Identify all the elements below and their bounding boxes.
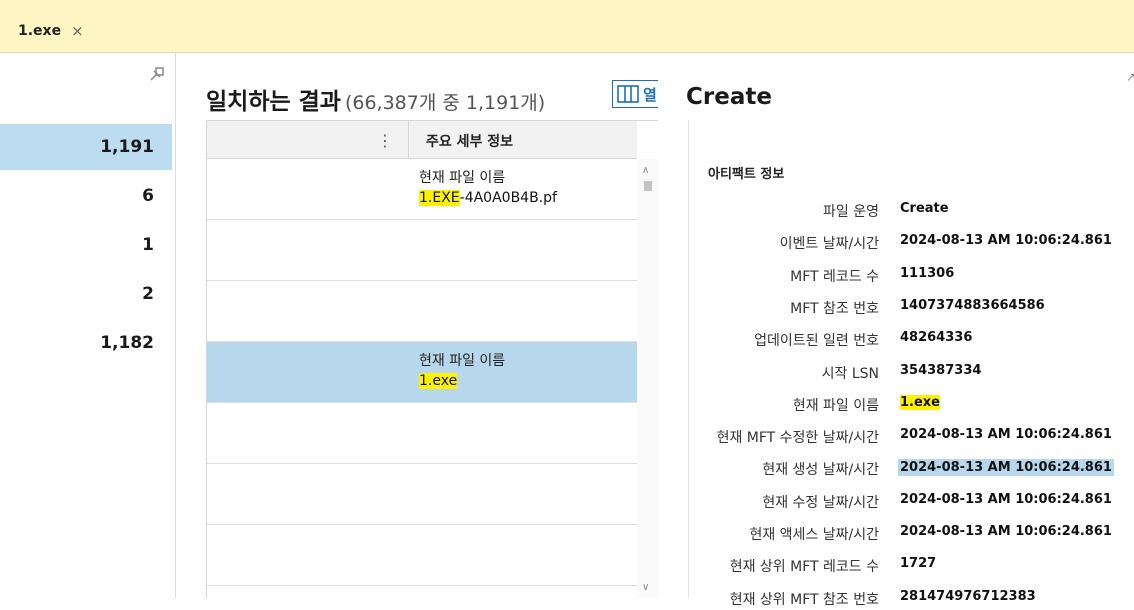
property-value[interactable]: 281474976712383 xyxy=(900,589,1036,604)
property-label: 현재 MFT 수정한 날짜/시간 xyxy=(716,430,879,447)
property-row: MFT 참조 번호 1407374883664586 xyxy=(690,295,1134,319)
cell-value: 1.EXE-4A0A0B4B.pf xyxy=(419,190,557,206)
tab-title: 1.exe xyxy=(18,23,62,39)
property-value[interactable]: 2024-08-13 AM 10:06:24.861 xyxy=(898,459,1114,477)
property-row: 현재 액세스 날짜/시간 2024-08-13 AM 10:06:24.861 xyxy=(690,521,1134,545)
category-pane: 1,191 6 1 2 1,182 xyxy=(0,53,176,598)
search-match-highlight: 1.EXE xyxy=(419,190,460,206)
category-count-row[interactable]: 1,191 xyxy=(0,124,172,170)
property-label: 업데이트된 일련 번호 xyxy=(754,333,879,350)
property-row: 이벤트 날짜/시간 2024-08-13 AM 10:06:24.861 xyxy=(690,230,1134,254)
property-value[interactable]: 2024-08-13 AM 10:06:24.861 xyxy=(900,233,1112,248)
scroll-thumb[interactable] xyxy=(644,181,652,191)
grid-header: ⋮ 주요 세부 정보 xyxy=(207,121,637,159)
pin-icon[interactable] xyxy=(148,65,166,83)
detail-title: Create xyxy=(686,84,772,110)
property-label: 현재 액세스 날짜/시간 xyxy=(749,527,879,543)
results-grid: ⋮ 주요 세부 정보 현재 파일 이름 1.EXE-4A0A0B4B.pf 현재 파… xyxy=(206,120,658,598)
cell-label: 현재 파일 이름 xyxy=(419,353,506,369)
table-row[interactable] xyxy=(207,464,637,525)
property-value[interactable]: 2024-08-13 AM 10:06:24.861 xyxy=(900,427,1112,442)
property-label: 현재 파일 이름 xyxy=(792,397,879,414)
table-row[interactable]: 현재 파일 이름 1.exe xyxy=(207,342,637,403)
property-label: MFT 레코드 수 xyxy=(790,268,879,285)
property-row: 현재 상위 MFT 레코드 수 1727 xyxy=(690,553,1134,577)
detail-divider xyxy=(688,120,689,598)
tab-1exe[interactable]: 1.exe × xyxy=(18,22,84,40)
results-title-text: 일치하는 결과 xyxy=(206,89,341,115)
cell-label: 현재 파일 이름 xyxy=(419,170,506,186)
header-separator[interactable] xyxy=(408,121,409,159)
category-count-row[interactable]: 1 xyxy=(0,222,172,268)
tab-bar: 1.exe × xyxy=(0,0,1134,53)
table-row[interactable] xyxy=(207,403,637,464)
category-count-row[interactable]: 6 xyxy=(0,173,172,219)
property-value[interactable]: 1727 xyxy=(900,556,936,571)
property-label: 이벤트 날짜/시간 xyxy=(779,236,879,253)
property-label: 현재 수정 날짜/시간 xyxy=(762,494,879,511)
property-value[interactable]: 48264336 xyxy=(900,330,972,345)
search-match-highlight: 1.exe xyxy=(419,373,458,389)
table-row[interactable]: 현재 파일 이름 1.EXE-4A0A0B4B.pf xyxy=(207,159,637,220)
property-label: 현재 생성 날짜/시간 xyxy=(762,462,879,479)
property-row: MFT 레코드 수 111306 xyxy=(690,263,1134,287)
property-value[interactable]: Create xyxy=(900,201,949,216)
property-label: MFT 참조 번호 xyxy=(790,300,879,317)
expand-icon[interactable]: ↗ xyxy=(1126,70,1134,84)
property-row: 현재 생성 날짜/시간 2024-08-13 AM 10:06:24.861 xyxy=(690,456,1134,480)
property-value[interactable]: 354387334 xyxy=(900,363,981,378)
cell-value-rest: -4A0A0B4B.pf xyxy=(459,190,557,206)
columns-button[interactable]: 열 xyxy=(612,80,658,108)
columns-icon xyxy=(617,85,639,103)
scroll-down-icon[interactable]: ∨ xyxy=(642,582,649,593)
property-value[interactable]: 2024-08-13 AM 10:06:24.861 xyxy=(900,492,1112,507)
property-label: 현재 상위 MFT 참조 번호 xyxy=(729,591,879,608)
close-icon[interactable]: × xyxy=(71,22,84,40)
category-count-row[interactable]: 1,182 xyxy=(0,320,172,366)
property-row: 파일 운영 Create xyxy=(690,198,1134,222)
property-value[interactable]: 1407374883664586 xyxy=(900,298,1045,313)
property-row: 시작 LSN 354387334 xyxy=(690,360,1134,384)
property-value[interactable]: 111306 xyxy=(900,266,954,281)
section-title-artifact-info: 아티팩트 정보 xyxy=(708,167,785,182)
grid-scrollbar[interactable]: ∧ ∨ xyxy=(637,159,658,598)
property-row: 현재 파일 이름 1.exe xyxy=(690,392,1134,416)
property-label: 현재 상위 MFT 레코드 수 xyxy=(729,559,879,576)
table-row[interactable] xyxy=(207,281,637,342)
results-count: (66,387개 중 1,191개) xyxy=(344,92,546,114)
columns-button-label: 열 xyxy=(643,85,657,104)
property-row: 현재 수정 날짜/시간 2024-08-13 AM 10:06:24.861 xyxy=(690,489,1134,513)
property-value[interactable]: 2024-08-13 AM 10:06:24.861 xyxy=(900,524,1112,539)
scroll-up-icon[interactable]: ∧ xyxy=(642,165,649,176)
results-title: 일치하는 결과 (66,387개 중 1,191개) xyxy=(206,82,545,116)
property-label: 시작 LSN xyxy=(821,365,879,382)
category-count-row[interactable]: 2 xyxy=(0,271,172,317)
property-row: 현재 MFT 수정한 날짜/시간 2024-08-13 AM 10:06:24.8… xyxy=(690,424,1134,448)
table-row[interactable] xyxy=(207,525,637,586)
column-menu-icon[interactable]: ⋮ xyxy=(377,131,393,150)
property-value[interactable]: 1.exe xyxy=(900,394,941,410)
property-label: 파일 운영 xyxy=(823,204,879,220)
cell-value: 1.exe xyxy=(419,373,458,389)
property-row: 업데이트된 일련 번호 48264336 xyxy=(690,327,1134,351)
table-row[interactable] xyxy=(207,220,637,281)
column-header-key-details[interactable]: 주요 세부 정보 xyxy=(426,131,513,151)
